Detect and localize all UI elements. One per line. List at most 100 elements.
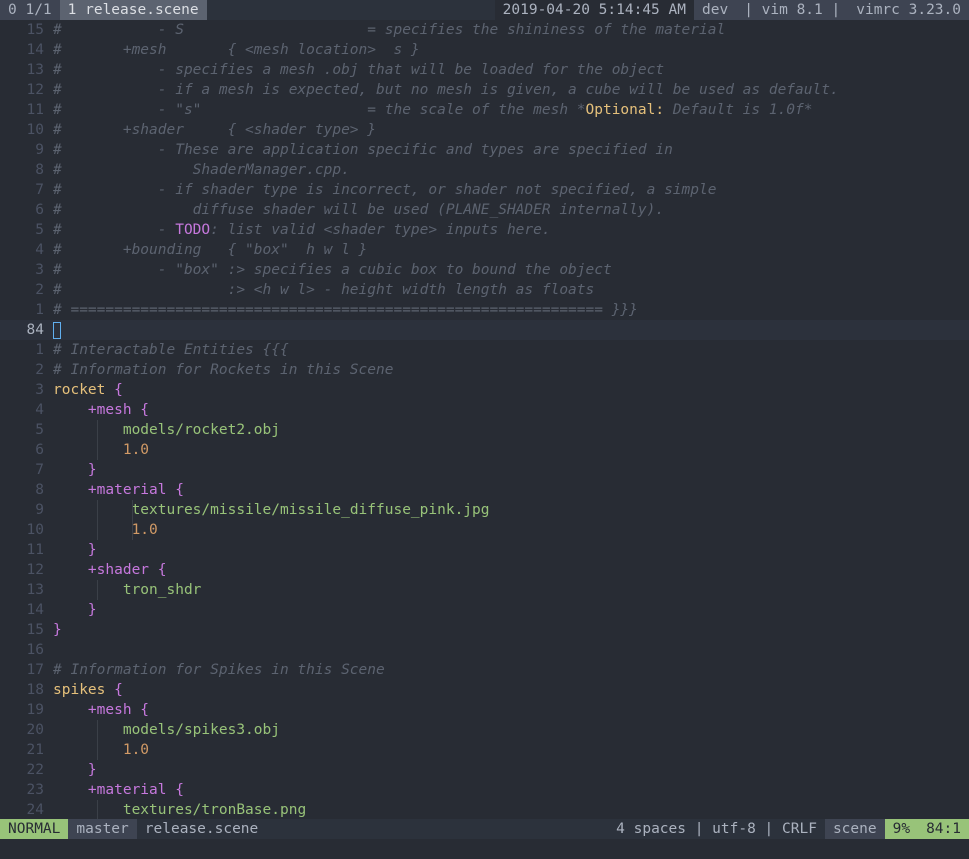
file-type: scene bbox=[824, 819, 885, 839]
comment-text: # - if shader type is incorrect, or shad… bbox=[53, 182, 717, 198]
brace: { bbox=[131, 702, 150, 718]
code-content: 1.0 bbox=[53, 520, 969, 540]
entity-name: spikes bbox=[53, 682, 106, 698]
comment-text: # +mesh { <mesh location> s } bbox=[53, 42, 420, 58]
code-line: 15} bbox=[0, 620, 969, 640]
code-line: 15 # - S = specifies the shininess of the… bbox=[0, 20, 969, 40]
line-number: 17 bbox=[26, 662, 44, 678]
code-line: 13 # - specifies a mesh .obj that will be… bbox=[0, 60, 969, 80]
indent-guide bbox=[97, 740, 98, 760]
tab-release-scene[interactable]: 1 release.scene bbox=[59, 0, 207, 20]
line-number: 2 bbox=[35, 282, 44, 298]
comment-text: # Interactable Entities {{{ bbox=[53, 342, 289, 358]
code-content: rocket { bbox=[53, 380, 969, 400]
code-line: 7 } bbox=[0, 460, 969, 480]
line-number: 13 bbox=[26, 62, 44, 78]
code-line: 19 +mesh { bbox=[0, 700, 969, 720]
brace: } bbox=[87, 462, 97, 478]
line-number: 8 bbox=[35, 162, 44, 178]
value-string: textures/tronBase.png bbox=[122, 802, 307, 818]
command-line[interactable] bbox=[0, 839, 969, 859]
line-number: 7 bbox=[35, 462, 44, 478]
code-line: 21 1.0 bbox=[0, 740, 969, 760]
code-content: } bbox=[53, 760, 969, 780]
code-line: 9 # - These are application specific and … bbox=[0, 140, 969, 160]
editor-buffer[interactable]: 15 # - S = specifies the shininess of the… bbox=[0, 20, 969, 819]
line-number: 11 bbox=[26, 542, 44, 558]
brace: { bbox=[166, 782, 184, 798]
line-number: 11 bbox=[26, 102, 44, 118]
statusline-fill bbox=[266, 819, 608, 839]
code-line: 8 # ShaderManager.cpp. bbox=[0, 160, 969, 180]
line-number: 4 bbox=[35, 242, 44, 258]
code-line: 12 +shader { bbox=[0, 560, 969, 580]
line-number: 1 bbox=[35, 302, 44, 318]
code-line: 10 # +shader { <shader type> } bbox=[0, 120, 969, 140]
code-content: +mesh { bbox=[53, 700, 969, 720]
line-number: 14 bbox=[26, 42, 44, 58]
current-line[interactable]: 84 bbox=[0, 320, 969, 340]
line-number: 9 bbox=[35, 502, 44, 518]
code-line: 7 # - if shader type is incorrect, or sha… bbox=[0, 180, 969, 200]
indent-guide bbox=[132, 520, 133, 540]
comment-text: # - if a mesh is expected, but no mesh i… bbox=[53, 82, 839, 98]
property-keyword: +material bbox=[87, 782, 167, 798]
code-line: 18 spikes { bbox=[0, 680, 969, 700]
code-line: 14 # +mesh { <mesh location> s } bbox=[0, 40, 969, 60]
code-line: 22 } bbox=[0, 760, 969, 780]
comment-part: : list valid <shader type> inputs here. bbox=[210, 222, 551, 238]
property-keyword: +mesh bbox=[87, 702, 132, 718]
comment-text: # - TODO: list valid <shader type> input… bbox=[53, 220, 969, 240]
comment-text: # ShaderManager.cpp. bbox=[53, 162, 350, 178]
value-number: 1.0 bbox=[131, 522, 158, 538]
code-line: 5 models/rocket2.obj bbox=[0, 420, 969, 440]
value-string: textures/missile/missile_diffuse_pink.jp… bbox=[131, 502, 490, 518]
brace: { bbox=[105, 382, 123, 398]
brace: { bbox=[105, 682, 123, 698]
mode-indicator: NORMAL bbox=[0, 819, 69, 839]
comment-text: # :> <h w l> - height width length as fl… bbox=[53, 282, 595, 298]
file-name: release.scene bbox=[144, 821, 259, 837]
code-line: 11 # - "s" = the scale of the mesh *Optio… bbox=[0, 100, 969, 120]
line-number: 19 bbox=[26, 702, 44, 718]
line-number: 10 bbox=[26, 522, 44, 538]
git-branch-indicator: dev bbox=[693, 0, 737, 20]
cursor-position: 84:1 bbox=[918, 819, 969, 839]
comment-text: # Information for Spikes in this Scene bbox=[53, 662, 385, 678]
line-number: 15 bbox=[26, 622, 44, 638]
code-content: spikes { bbox=[53, 680, 969, 700]
indent-guide bbox=[97, 580, 98, 600]
line-number: 7 bbox=[35, 182, 44, 198]
code-content: models/rocket2.obj bbox=[53, 420, 969, 440]
code-line: 20 models/spikes3.obj bbox=[0, 720, 969, 740]
comment-text: # - "box" :> specifies a cubic box to bo… bbox=[53, 262, 612, 278]
comment-text: # - specifies a mesh .obj that will be l… bbox=[53, 62, 665, 78]
tab-count: 0 1/1 bbox=[0, 0, 60, 20]
brace: } bbox=[87, 542, 97, 558]
code-line: 8 +material { bbox=[0, 480, 969, 500]
indent-guide bbox=[97, 420, 98, 440]
line-number: 24 bbox=[26, 802, 44, 818]
value-string: tron_shdr bbox=[122, 582, 202, 598]
code-content: } bbox=[53, 620, 969, 640]
code-line: 9 textures/missile/missile_diffuse_pink.… bbox=[0, 500, 969, 520]
code-line: 2 # Information for Rockets in this Scene bbox=[0, 360, 969, 380]
line-number: 1 bbox=[35, 342, 44, 358]
code-line: 13 tron_shdr bbox=[0, 580, 969, 600]
code-content: models/spikes3.obj bbox=[53, 720, 969, 740]
code-content bbox=[53, 320, 969, 340]
code-content: 1.0 bbox=[53, 740, 969, 760]
code-line: 17 # Information for Spikes in this Scene bbox=[0, 660, 969, 680]
code-content: tron_shdr bbox=[53, 580, 969, 600]
line-number: 18 bbox=[26, 682, 44, 698]
line-number: 10 bbox=[26, 122, 44, 138]
comment-text: # +bounding { "box" h w l } bbox=[53, 242, 368, 258]
entity-name: rocket bbox=[53, 382, 106, 398]
comment-text: # diffuse shader will be used (PLANE_SHA… bbox=[53, 202, 665, 218]
line-number: 4 bbox=[35, 402, 44, 418]
current-line-number: 84 bbox=[26, 322, 44, 338]
code-line: 2 # :> <h w l> - height width length as f… bbox=[0, 280, 969, 300]
code-line: 12 # - if a mesh is expected, but no mesh… bbox=[0, 80, 969, 100]
code-line: 10 1.0 bbox=[0, 520, 969, 540]
code-content: } bbox=[53, 460, 969, 480]
